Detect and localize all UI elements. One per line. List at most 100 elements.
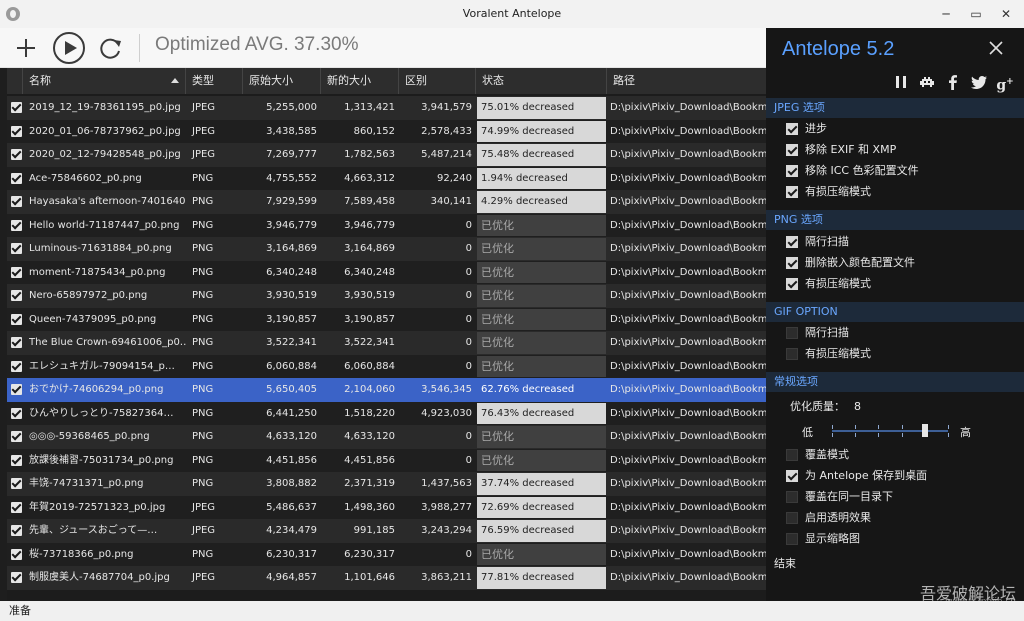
option-checkbox[interactable] <box>786 533 798 545</box>
table-row[interactable]: ひんやりしっとり-75827364… PNG 6,441,250 1,518,220 4… <box>7 401 766 425</box>
cell-difference: 0 <box>465 337 472 348</box>
table-row[interactable]: Queen-74379095_p0.png PNG 3,190,857 3,190,8… <box>7 307 766 331</box>
maximize-button[interactable]: ▭ <box>962 5 990 23</box>
cell-path: D:\pixiv\Pixiv_Download\Bookmark\ <box>610 149 766 160</box>
row-checkbox[interactable] <box>11 266 22 278</box>
close-window-button[interactable]: ✕ <box>992 5 1020 23</box>
row-checkbox[interactable] <box>11 290 22 301</box>
table-row[interactable]: ◎◎◎-59368465_p0.png PNG 4,633,120 4,633,120… <box>7 425 766 449</box>
cell-name: 桜-73718366_p0.png <box>29 548 134 560</box>
row-checkbox[interactable] <box>11 454 22 466</box>
option-label: 移除 EXIF 和 XMP <box>805 143 897 156</box>
twitter-icon[interactable] <box>970 73 988 91</box>
option-checkbox[interactable] <box>786 186 798 198</box>
cell-difference: 92,240 <box>437 172 472 184</box>
start-optimize-button[interactable] <box>51 30 87 66</box>
table-row[interactable]: 2019_12_19-78361195_p0.jpg JPEG 5,255,000 1… <box>7 96 766 120</box>
table-row[interactable]: Luminous-71631884_p0.png PNG 3,164,869 3,16… <box>7 237 766 261</box>
option-checkbox[interactable] <box>786 449 798 461</box>
option-checkbox[interactable] <box>786 348 798 360</box>
row-checkbox[interactable] <box>11 337 22 348</box>
option-checkbox[interactable] <box>786 165 798 177</box>
row-checkbox[interactable] <box>11 313 22 325</box>
row-checkbox[interactable] <box>11 243 22 254</box>
cell-path: D:\pixiv\Pixiv_Download\Bookmark\ <box>610 172 766 184</box>
row-checkbox[interactable] <box>11 219 22 231</box>
slider-tick <box>878 425 880 429</box>
row-checkbox[interactable] <box>11 172 22 184</box>
slider-thumb[interactable] <box>921 424 928 437</box>
table-row[interactable]: 丰饶-74731371_p0.png PNG 3,808,882 2,371,319 1… <box>7 472 766 496</box>
row-checkbox[interactable] <box>11 102 22 113</box>
cell-name: The Blue Crown-69461006_p0… <box>29 337 186 348</box>
slider-low-label: 低 <box>802 426 813 439</box>
cell-status: 已优化 <box>477 285 606 307</box>
facebook-icon[interactable] <box>944 73 962 91</box>
cell-original-size: 3,930,519 <box>266 290 317 301</box>
header-type[interactable]: 类型 <box>186 68 243 94</box>
cell-name: moment-71875434_p0.png <box>29 266 166 278</box>
header-path[interactable]: 路径 <box>607 68 766 94</box>
row-checkbox[interactable] <box>11 478 22 489</box>
minimize-button[interactable]: ─ <box>932 5 960 23</box>
table-row[interactable]: 2020_01_06-78737962_p0.jpg JPEG 3,438,585 8… <box>7 119 766 143</box>
add-files-button[interactable] <box>10 32 42 64</box>
row-checkbox[interactable] <box>11 360 22 372</box>
header-status[interactable]: 状态 <box>476 68 607 94</box>
cell-original-size: 3,190,857 <box>266 313 317 325</box>
table-row[interactable]: 放課後補習-75031734_p0.png PNG 4,451,856 4,451,8… <box>7 448 766 472</box>
header-checkbox-column[interactable] <box>7 68 23 94</box>
cell-type: JPEG <box>192 501 216 513</box>
row-checkbox[interactable] <box>11 525 22 536</box>
toolbar: Optimized AVG. 37.30% <box>0 28 766 68</box>
table-row[interactable]: 桜-73718366_p0.png PNG 6,230,317 6,230,317 0 已… <box>7 542 766 566</box>
option-checkbox[interactable] <box>786 257 798 269</box>
header-new-size[interactable]: 新的大小 <box>321 68 399 94</box>
cell-original-size: 3,164,869 <box>266 243 317 254</box>
row-checkbox[interactable] <box>11 572 22 583</box>
table-row[interactable]: Nero-65897972_p0.png PNG 3,930,519 3,930,51… <box>7 284 766 308</box>
refresh-button[interactable] <box>95 32 127 64</box>
row-checkbox[interactable] <box>11 431 22 442</box>
option-label: 有损压缩模式 <box>805 347 871 360</box>
table-row[interactable]: エレシュキガル-79094154_p… PNG 6,060,884 6,060,884… <box>7 354 766 378</box>
cell-type: PNG <box>192 290 214 301</box>
table-row[interactable]: 2020_02_12-79428548_p0.jpg JPEG 7,269,777 1… <box>7 143 766 167</box>
row-checkbox[interactable] <box>11 548 22 560</box>
cell-name: Hello world-71187447_p0.png <box>29 219 180 231</box>
option-checkbox[interactable] <box>786 327 798 339</box>
table-row[interactable]: 制服虞美人-74687704_p0.jpg JPEG 4,964,857 1,101,… <box>7 566 766 590</box>
option-checkbox[interactable] <box>786 470 798 482</box>
table-row[interactable]: おでかけ-74606294_p0.png PNG 5,650,405 2,104,06… <box>7 378 766 402</box>
invader-icon[interactable] <box>918 73 936 91</box>
table-row[interactable]: Ace-75846602_p0.png PNG 4,755,552 4,663,312… <box>7 166 766 190</box>
table-row[interactable]: moment-71875434_p0.png PNG 6,340,248 6,340,… <box>7 260 766 284</box>
table-row[interactable]: Hello world-71187447_p0.png PNG 3,946,779 3… <box>7 213 766 237</box>
table-row[interactable]: 年賀2019-72571323_p0.jpg JPEG 5,486,637 1,498… <box>7 495 766 519</box>
option-checkbox[interactable] <box>786 144 798 156</box>
cell-original-size: 3,808,882 <box>266 478 317 489</box>
table-row[interactable]: The Blue Crown-69461006_p0… PNG 3,522,341 3… <box>7 331 766 355</box>
option-checkbox[interactable] <box>786 278 798 290</box>
option-checkbox[interactable] <box>786 491 798 503</box>
table-row[interactable]: Hayasaka's afternoon-7401640… PNG 7,929,59… <box>7 190 766 214</box>
quality-slider[interactable] <box>832 430 948 432</box>
table-row[interactable]: 先輩、ジュースおごって—… JPEG 4,234,479 991,185 3,243,2… <box>7 519 766 543</box>
header-difference[interactable]: 区别 <box>399 68 476 94</box>
row-checkbox[interactable] <box>11 384 22 395</box>
cell-name: 放課後補習-75031734_p0.png <box>29 454 174 466</box>
row-checkbox[interactable] <box>11 149 22 160</box>
google-plus-icon[interactable]: g+ <box>996 73 1014 94</box>
pause-icon[interactable] <box>892 73 910 91</box>
file-table: 名称 类型 原始大小 新的大小 区别 状态 路径 2019_12_19-7836… <box>7 68 766 601</box>
row-checkbox[interactable] <box>11 196 22 207</box>
header-name[interactable]: 名称 <box>23 68 186 94</box>
option-checkbox[interactable] <box>786 512 798 524</box>
option-checkbox[interactable] <box>786 123 798 135</box>
row-checkbox[interactable] <box>11 407 22 419</box>
row-checkbox[interactable] <box>11 125 22 137</box>
option-checkbox[interactable] <box>786 236 798 248</box>
row-checkbox[interactable] <box>11 501 22 513</box>
header-original-size[interactable]: 原始大小 <box>243 68 321 94</box>
panel-close-button[interactable] <box>986 38 1006 58</box>
